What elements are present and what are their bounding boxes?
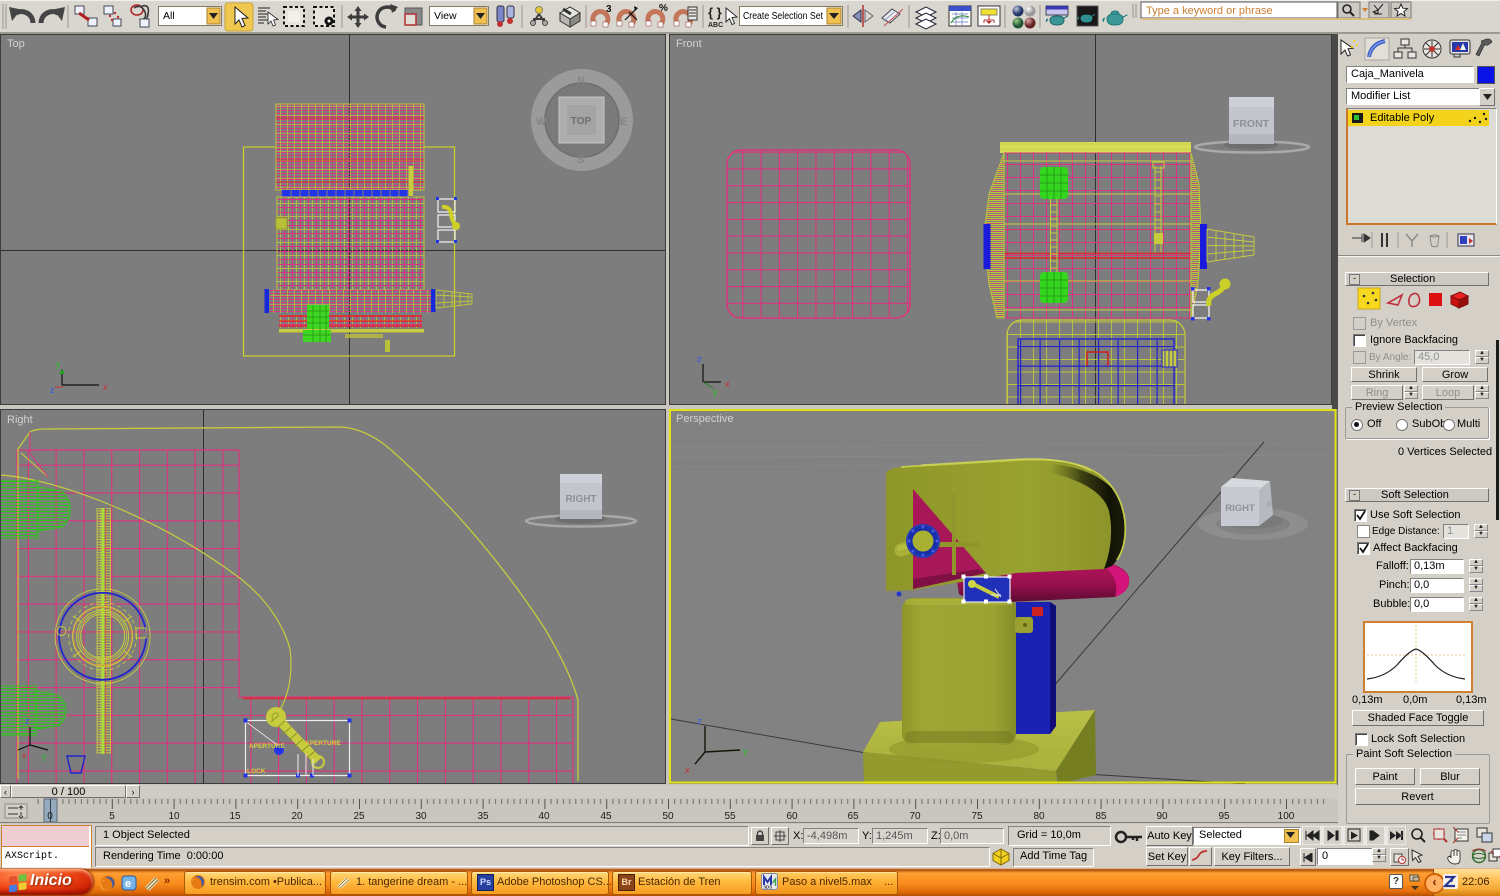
svg-text:z: z <box>697 716 702 726</box>
svg-text:Right: Right <box>7 414 33 426</box>
svg-text:Type a keyword or phrase: Type a keyword or phrase <box>1146 5 1273 17</box>
svg-text:z: z <box>50 385 55 395</box>
svg-text:45: 45 <box>600 811 612 822</box>
svg-text:W: W <box>536 116 547 128</box>
svg-text:20: 20 <box>291 811 303 822</box>
svg-text:APERTURE: APERTURE <box>305 740 341 747</box>
svg-text:APERTURE: APERTURE <box>249 743 285 750</box>
svg-text:TOP: TOP <box>571 116 592 127</box>
svg-text:e: e <box>125 878 131 890</box>
svg-text:70: 70 <box>909 811 921 822</box>
svg-text:0: 0 <box>47 811 53 822</box>
svg-text:30: 30 <box>415 811 427 822</box>
svg-text:40: 40 <box>538 811 550 822</box>
svg-text:y: y <box>713 387 718 397</box>
svg-text:N: N <box>577 75 585 87</box>
svg-text:35: 35 <box>477 811 489 822</box>
svg-text:10: 10 <box>168 811 180 822</box>
svg-text:FRONT: FRONT <box>1233 118 1270 130</box>
svg-text:Perspective: Perspective <box>676 413 733 425</box>
svg-text:y: y <box>743 746 748 756</box>
svg-text:15: 15 <box>229 811 241 822</box>
svg-text:80: 80 <box>1033 811 1045 822</box>
svg-text:3: 3 <box>606 4 612 15</box>
svg-text:{ }: { } <box>708 5 722 20</box>
svg-text:Create Selection Set: Create Selection Set <box>743 11 823 22</box>
svg-text:95: 95 <box>1218 811 1230 822</box>
svg-text:RIGHT: RIGHT <box>1225 503 1255 514</box>
svg-text:x: x <box>685 765 690 775</box>
svg-text:60: 60 <box>786 811 798 822</box>
svg-text:»: » <box>164 875 170 887</box>
svg-text:z: z <box>697 354 702 364</box>
svg-text:65: 65 <box>847 811 859 822</box>
svg-text:z: z <box>25 716 30 726</box>
svg-text:25: 25 <box>353 811 365 822</box>
svg-text:LOCK: LOCK <box>247 768 266 775</box>
svg-text:Top: Top <box>7 38 25 50</box>
svg-text:5: 5 <box>109 811 115 822</box>
svg-text:View: View <box>434 10 457 22</box>
svg-text:50: 50 <box>662 811 674 822</box>
svg-text:S: S <box>577 154 584 166</box>
svg-text:x: x <box>103 382 108 392</box>
svg-text:All: All <box>163 10 175 22</box>
svg-text:E: E <box>620 116 627 128</box>
svg-text:55: 55 <box>724 811 736 822</box>
svg-text:%: % <box>659 3 668 14</box>
svg-text:x: x <box>725 379 730 389</box>
svg-text:x: x <box>22 750 27 760</box>
svg-text:Front: Front <box>676 38 702 50</box>
svg-text:y: y <box>56 359 61 369</box>
svg-text:75: 75 <box>971 811 983 822</box>
svg-text:RIGHT: RIGHT <box>565 494 596 505</box>
svg-text:90: 90 <box>1156 811 1168 822</box>
svg-text:y: y <box>42 751 47 761</box>
svg-text:100: 100 <box>1278 811 1295 822</box>
svg-text:3DS: 3DS <box>764 885 773 890</box>
svg-text:85: 85 <box>1095 811 1107 822</box>
svg-text:ABC: ABC <box>708 22 723 29</box>
